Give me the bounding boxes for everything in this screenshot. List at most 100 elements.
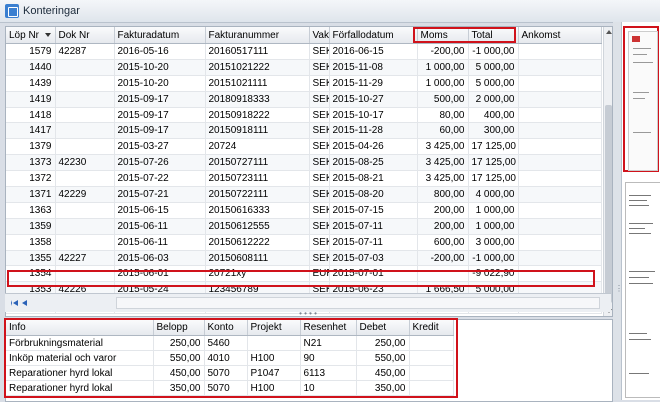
detail-cell-debet: 350,00 xyxy=(356,380,410,396)
cell-forfallodatum: 2015-10-27 xyxy=(329,91,418,108)
document-thumbnail-selected[interactable] xyxy=(623,26,659,172)
table-row[interactable]: 1419 2015-09-1720180918333SEK2015-10-2750… xyxy=(6,91,602,108)
scroll-up-arrow-icon[interactable] xyxy=(606,30,612,34)
cell-valuta: SEK xyxy=(309,138,330,156)
col-header-total[interactable]: Total xyxy=(468,27,519,44)
table-row[interactable]: 1418 2015-09-1720150918222SEK2015-10-1780… xyxy=(6,107,602,124)
cell-moms: 80,00 xyxy=(417,107,469,124)
detail-cell-konto: 5070 xyxy=(204,380,248,396)
cell-moms: 1 000,00 xyxy=(417,59,469,76)
cell-doknr xyxy=(55,91,115,108)
detail-col-resenhet[interactable]: Resenhet xyxy=(300,320,357,336)
thumbnail-page-image xyxy=(628,31,658,171)
cell-lopnr: 1419 xyxy=(6,91,56,108)
window-app-icon xyxy=(5,4,19,18)
first-record-icon[interactable] xyxy=(11,300,18,306)
thumbnail-logo-mark xyxy=(632,36,640,42)
cell-lopnr: 1355 xyxy=(6,250,56,267)
cell-doknr: 42230 xyxy=(55,154,115,172)
detail-grid[interactable]: Info Belopp Konto Projekt Resenhet Debet… xyxy=(5,319,613,402)
grid-horizontal-scrollbar[interactable] xyxy=(116,297,600,309)
cell-lopnr: 1363 xyxy=(6,202,56,219)
detail-cell-info: Reparationer hyrd lokal xyxy=(6,365,154,381)
detail-col-projekt[interactable]: Projekt xyxy=(247,320,301,336)
cell-forfallodatum: 2015-08-21 xyxy=(329,170,418,188)
table-row[interactable]: 1373422302015-07-2620150727111SEK2015-08… xyxy=(6,154,602,172)
cell-valuta: SEK xyxy=(309,170,330,188)
detail-row[interactable]: Reparationer hyrd lokal 350,00 5070 H100 10 3… xyxy=(6,380,454,396)
cell-fakturanummer: 20721xy xyxy=(205,265,310,283)
table-row[interactable]: 1417 2015-09-1720150918111SEK2015-11-2860… xyxy=(6,122,602,140)
cell-moms: 3 425,00 xyxy=(417,170,469,188)
col-header-fakturadatum[interactable]: Fakturadatum xyxy=(114,27,206,44)
detail-cell-resenhet: 90 xyxy=(300,350,357,366)
detail-row[interactable]: Reparationer hyrd lokal 450,00 5070 P1047 61… xyxy=(6,365,454,381)
cell-total: 17 125,00 xyxy=(468,170,519,188)
table-row[interactable]: 1371422292015-07-2120150722111SEK2015-08… xyxy=(6,186,602,203)
detail-cell-belopp: 250,00 xyxy=(153,335,205,351)
col-header-ankomst[interactable]: Ankomst xyxy=(518,27,602,44)
table-row[interactable]: 1359 2015-06-1120150612555SEK2015-07-1120… xyxy=(6,218,602,235)
cell-valuta: SEK xyxy=(309,218,330,235)
cell-ankomst xyxy=(518,107,602,124)
detail-row[interactable]: Förbrukningsmaterial 250,00 5460 N21 250,00 xyxy=(6,335,454,351)
detail-cell-resenhet: 10 xyxy=(300,380,357,396)
cell-fakturanummer: 20151021111 xyxy=(205,75,310,92)
cell-lopnr: 1579 xyxy=(6,43,56,60)
cell-valuta: SEK xyxy=(309,75,330,92)
table-row[interactable]: 1358 2015-06-1120150612222SEK2015-07-1160… xyxy=(6,234,602,251)
scroll-thumb[interactable] xyxy=(605,105,612,303)
thumbnail-text-line xyxy=(629,333,647,334)
detail-col-info[interactable]: Info xyxy=(6,320,154,336)
detail-cell-konto: 5070 xyxy=(204,365,248,381)
table-row[interactable]: 1379 2015-03-2720724SEK2015-04-263 425,00… xyxy=(6,138,602,156)
cell-total: 17 125,00 xyxy=(468,154,519,172)
table-row[interactable]: 1440 2015-10-2020151021222SEK2015-11-081 … xyxy=(6,59,602,76)
document-thumbnail[interactable] xyxy=(625,182,660,398)
cell-lopnr: 1371 xyxy=(6,186,56,203)
vertical-splitter[interactable]: ⋮ xyxy=(613,22,623,400)
col-header-lopnr[interactable]: Löp Nr xyxy=(6,27,56,44)
thumbnail-text-line xyxy=(629,200,647,201)
cell-ankomst xyxy=(518,234,602,251)
detail-col-belopp[interactable]: Belopp xyxy=(153,320,205,336)
cell-ankomst xyxy=(518,75,602,92)
detail-row[interactable]: Inköp material och varor 550,00 4010 H100 90… xyxy=(6,350,454,366)
detail-cell-projekt: H100 xyxy=(247,380,301,396)
detail-cell-resenhet: N21 xyxy=(300,335,357,351)
col-header-moms[interactable]: Moms xyxy=(417,27,469,44)
grid-vertical-scrollbar[interactable] xyxy=(603,27,612,316)
table-row[interactable]: 1372 2015-07-2220150723111SEK2015-08-213 … xyxy=(6,170,602,188)
col-header-forfallodatum[interactable]: Förfallodatum xyxy=(329,27,418,44)
invoice-grid[interactable]: Löp Nr Dok Nr Fakturadatum Fakturanummer… xyxy=(5,26,613,317)
cell-fakturanummer: 20150727111 xyxy=(205,154,310,172)
previous-record-icon[interactable] xyxy=(22,300,27,306)
cell-lopnr: 1358 xyxy=(6,234,56,251)
cell-total: 4 000,00 xyxy=(468,186,519,203)
cell-fakturanummer: 20150722111 xyxy=(205,186,310,203)
horizontal-splitter[interactable]: • • • • xyxy=(5,310,611,318)
cell-ankomst xyxy=(518,138,602,156)
col-header-doknr[interactable]: Dok Nr xyxy=(55,27,115,44)
detail-cell-konto: 5460 xyxy=(204,335,248,351)
thumbnail-text-line xyxy=(629,233,651,234)
detail-cell-kredit xyxy=(409,350,454,366)
cell-fakturadatum: 2015-07-22 xyxy=(114,170,206,188)
cell-forfallodatum: 2016-06-15 xyxy=(329,43,418,60)
table-row[interactable]: 1363 2015-06-1520150616333SEK2015-07-1520… xyxy=(6,202,602,219)
cell-doknr xyxy=(55,202,115,219)
col-header-valuta[interactable]: Vak xyxy=(309,27,330,44)
detail-col-kredit[interactable]: Kredit xyxy=(409,320,454,336)
thumbnail-text-line xyxy=(633,48,651,49)
cell-fakturadatum: 2015-06-01 xyxy=(114,265,206,283)
col-header-fakturanummer[interactable]: Fakturanummer xyxy=(205,27,310,44)
table-row[interactable]: 1355422272015-06-0320150608111SEK2015-07… xyxy=(6,250,602,267)
table-row[interactable]: 1439 2015-10-2020151021111SEK2015-11-291 … xyxy=(6,75,602,92)
detail-col-debet[interactable]: Debet xyxy=(356,320,410,336)
table-row[interactable]: 1354 2015-06-0120721xyEUR2015-07-01 -9 022… xyxy=(6,265,602,283)
table-row[interactable]: 1579422872016-05-1620160517111SEK2016-06… xyxy=(6,43,602,60)
thumbnail-text-line xyxy=(629,223,653,224)
cell-fakturadatum: 2015-10-20 xyxy=(114,59,206,76)
cell-ankomst xyxy=(518,154,602,172)
detail-col-konto[interactable]: Konto xyxy=(204,320,248,336)
